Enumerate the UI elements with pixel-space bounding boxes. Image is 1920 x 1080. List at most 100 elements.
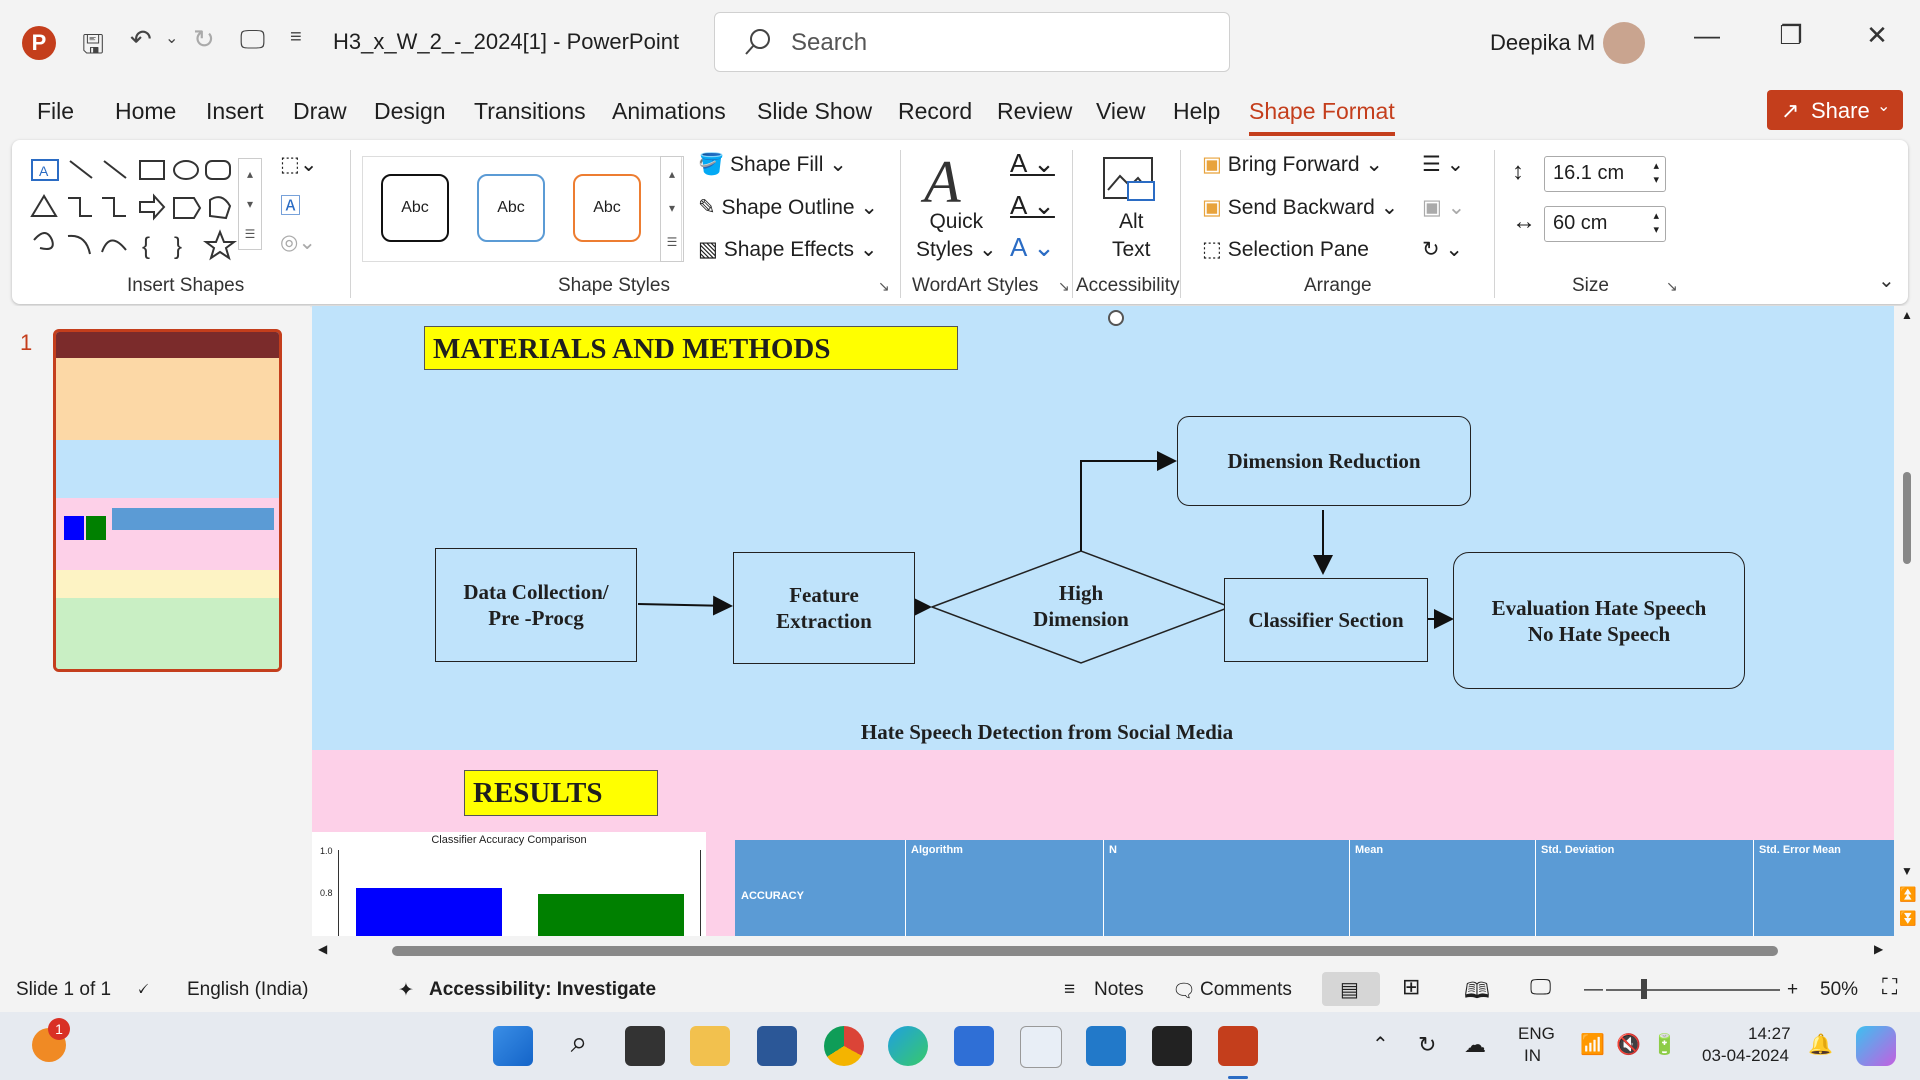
powerpoint-taskbar-icon[interactable] — [1218, 1026, 1258, 1066]
shape-effects-button[interactable]: ▧ Shape Effects ⌄ — [698, 237, 878, 262]
shapes-gallery[interactable]: A { } — [30, 156, 270, 266]
tab-transitions[interactable]: Transitions — [474, 98, 586, 125]
tab-record[interactable]: Record — [898, 98, 972, 125]
chrome-icon[interactable] — [824, 1026, 864, 1066]
start-icon[interactable] — [493, 1026, 533, 1066]
document-app-icon[interactable] — [1020, 1026, 1062, 1068]
tab-file[interactable]: File — [37, 98, 74, 125]
restore-icon[interactable]: ❐ — [1766, 20, 1816, 51]
zoom-slider-thumb[interactable] — [1641, 979, 1647, 999]
reading-view-icon[interactable]: 🕮 — [1464, 974, 1490, 1012]
tab-draw[interactable]: Draw — [293, 98, 347, 125]
previous-slide-icon[interactable]: ⏫ — [1899, 886, 1916, 903]
flow-box-evaluation[interactable]: Evaluation Hate Speech No Hate Speech — [1453, 552, 1745, 689]
text-effects-icon[interactable]: A ⌄ — [1010, 232, 1055, 263]
tab-help[interactable]: Help — [1173, 98, 1220, 125]
quick-styles-icon[interactable]: A — [924, 148, 961, 217]
wifi-icon[interactable]: 📶 — [1580, 1032, 1605, 1057]
notes-button[interactable]: Notes — [1094, 979, 1144, 1001]
next-slide-icon[interactable]: ⏬ — [1899, 910, 1916, 927]
tab-slide-show[interactable]: Slide Show — [757, 98, 872, 125]
horizontal-scroll-thumb[interactable] — [392, 946, 1778, 956]
notifications-bell-icon[interactable]: 🔔 — [1808, 1032, 1833, 1057]
style-sample-blue[interactable]: Abc — [477, 174, 545, 242]
group-objects-icon[interactable]: ▣ ⌄ — [1422, 195, 1465, 220]
send-backward-button[interactable]: ▣ Send Backward ⌄ — [1202, 195, 1398, 220]
bring-forward-button[interactable]: ▣ Bring Forward ⌄ — [1202, 152, 1383, 177]
slide-thumbnail[interactable] — [53, 329, 282, 672]
customize-toolbar-icon[interactable]: ≡ — [290, 26, 302, 49]
search-input[interactable]: Search — [714, 12, 1230, 72]
results-table[interactable]: Algorithm N Mean Std. Deviation Std. Err… — [735, 840, 1894, 936]
copilot-icon[interactable] — [1856, 1026, 1896, 1066]
width-field[interactable]: 60 cm ▴ ▾ — [1544, 206, 1666, 242]
spell-check-icon[interactable]: 🗸 — [136, 979, 149, 1001]
shape-fill-button[interactable]: 🪣 Shape Fill ⌄ — [698, 152, 847, 177]
slide-counter[interactable]: Slide 1 of 1 — [16, 979, 111, 1001]
minimize-icon[interactable]: — — [1682, 20, 1732, 51]
terminal-app-icon[interactable] — [1152, 1026, 1192, 1066]
vertical-scrollbar[interactable]: ▲ ▼ ⏫ ⏬ — [1894, 306, 1920, 936]
scroll-right-icon[interactable]: ▶ — [1874, 942, 1883, 956]
save-icon[interactable]: 🖫 — [82, 26, 104, 70]
slide-canvas[interactable]: MATERIALS AND METHODS Data Collection/Pr… — [312, 306, 1894, 936]
scroll-left-icon[interactable]: ◀ — [318, 942, 327, 956]
flow-label-high-dimension[interactable]: High Dimension — [1012, 576, 1150, 636]
tab-review[interactable]: Review — [997, 98, 1072, 125]
dialog-launcher-icon[interactable]: ↘ — [1666, 278, 1678, 295]
undo-icon[interactable]: ↶ — [130, 24, 152, 55]
collapse-ribbon-icon[interactable]: ⌄ — [1878, 268, 1895, 293]
language-in[interactable]: IN — [1524, 1046, 1541, 1066]
zoom-out-icon[interactable]: — — [1584, 979, 1603, 1001]
zoom-level[interactable]: 50% — [1820, 979, 1858, 1001]
slide-sorter-icon[interactable]: ⊞ — [1402, 974, 1420, 1000]
flow-box-classifier-section[interactable]: Classifier Section — [1224, 578, 1428, 662]
comments-button[interactable]: Comments — [1200, 979, 1292, 1001]
selection-pane-button[interactable]: ⬚ Selection Pane — [1202, 237, 1369, 262]
shape-styles-scroll[interactable]: ▴ ▾ ☰ — [660, 156, 684, 262]
results-title[interactable]: RESULTS — [464, 770, 658, 816]
vertical-scroll-thumb[interactable] — [1903, 472, 1911, 564]
language-indicator[interactable]: English (India) — [187, 979, 308, 1001]
zoom-in-icon[interactable]: + — [1787, 979, 1798, 1001]
width-spinner[interactable]: ▴ ▾ — [1653, 209, 1659, 237]
text-outline-icon[interactable]: A ⌄ — [1010, 190, 1055, 221]
scroll-down-icon[interactable]: ▼ — [1901, 864, 1913, 878]
zoom-slider[interactable] — [1606, 989, 1780, 991]
tab-view[interactable]: View — [1096, 98, 1145, 125]
height-spinner[interactable]: ▴ ▾ — [1653, 159, 1659, 187]
battery-icon[interactable]: 🔋 — [1652, 1032, 1677, 1057]
normal-view-button[interactable]: ▤ — [1322, 972, 1380, 1006]
style-sample-black[interactable]: Abc — [381, 174, 449, 242]
volume-muted-icon[interactable]: 🔇 — [1616, 1032, 1641, 1057]
shapes-gallery-scroll[interactable]: ▴ ▾ ☰ — [238, 158, 262, 250]
flow-box-dimension-reduction[interactable]: Dimension Reduction — [1177, 416, 1471, 506]
task-view-icon[interactable] — [625, 1026, 665, 1066]
tab-home[interactable]: Home — [115, 98, 176, 125]
word-icon[interactable] — [757, 1026, 797, 1066]
clock-date[interactable]: 03-04-2024 — [1702, 1046, 1789, 1066]
tab-animations[interactable]: Animations — [612, 98, 726, 125]
alt-text-button[interactable]: Alt Text — [1112, 208, 1151, 264]
user-name[interactable]: Deepika M — [1490, 30, 1595, 56]
accessibility-status[interactable]: Accessibility: Investigate — [429, 979, 656, 1001]
close-icon[interactable]: ✕ — [1852, 20, 1902, 51]
edit-shape-icon[interactable]: ⬚⌄ — [280, 152, 317, 177]
text-fill-icon[interactable]: A ⌄ — [1010, 148, 1055, 179]
horizontal-scrollbar[interactable]: ◀ ▶ — [312, 936, 1894, 964]
sync-icon[interactable]: ↻ — [1418, 1032, 1436, 1058]
redo-icon[interactable]: ↻ — [193, 24, 215, 55]
resize-handle-top[interactable] — [1108, 310, 1124, 326]
onedrive-icon[interactable]: ☁ — [1464, 1032, 1486, 1058]
shape-outline-button[interactable]: ✎ Shape Outline ⌄ — [698, 195, 878, 220]
avatar[interactable] — [1603, 22, 1645, 64]
flow-box-data-collection[interactable]: Data Collection/Pre -Procg — [435, 548, 637, 662]
show-hidden-icons[interactable]: ⌃ — [1372, 1032, 1389, 1057]
accessibility-icon[interactable]: ✦ — [398, 979, 414, 1002]
merge-shapes-icon[interactable]: ◎⌄ — [280, 230, 316, 255]
store-icon[interactable] — [954, 1026, 994, 1066]
vscode-icon[interactable] — [1086, 1026, 1126, 1066]
present-icon[interactable]: 🖵 — [240, 24, 265, 56]
fit-to-window-icon[interactable]: ⛶ — [1882, 974, 1897, 1000]
undo-dropdown-icon[interactable]: ⌄ — [165, 28, 178, 48]
